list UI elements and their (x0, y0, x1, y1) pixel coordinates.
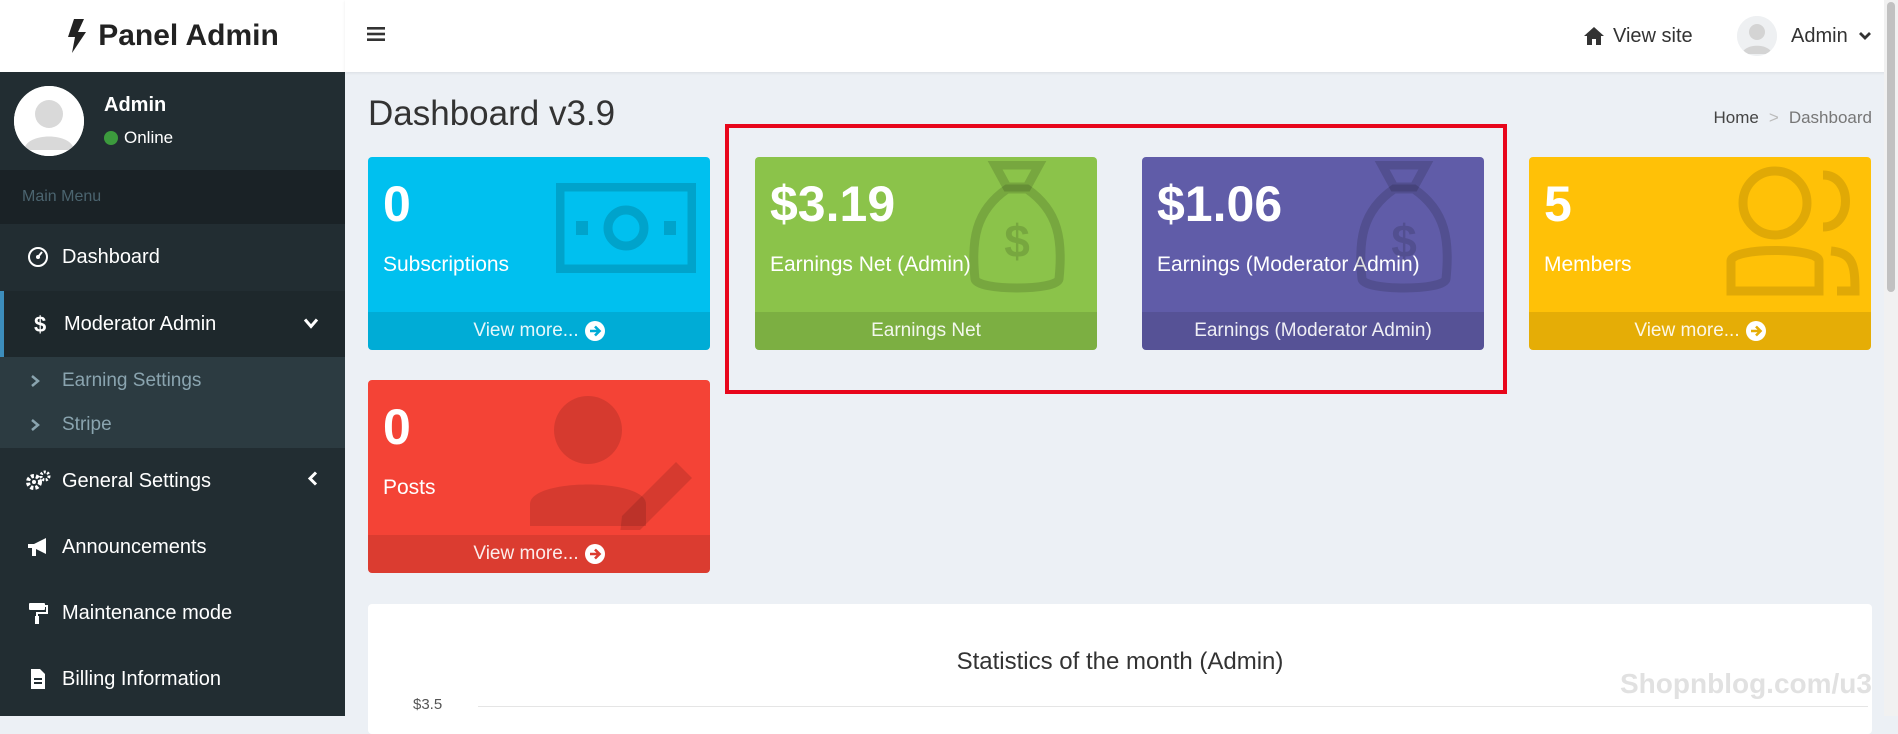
sidebar-subitem-label: Stripe (62, 414, 112, 435)
sidebar-item-moderator-admin[interactable]: $ Moderator Admin (0, 291, 345, 357)
sidebar-subitem-stripe[interactable]: Stripe (0, 403, 345, 447)
view-site-link[interactable]: View site (1583, 18, 1693, 54)
page-title: Dashboard v3.9 (368, 94, 616, 133)
scrollbar-thumb[interactable] (1887, 2, 1895, 292)
info-box-label: Posts (383, 476, 436, 499)
user-edit-icon (530, 396, 692, 530)
sidebar-item-label: Moderator Admin (64, 312, 217, 335)
arrow-circle-right-icon (584, 321, 605, 341)
online-dot-icon (104, 131, 118, 145)
svg-text:$: $ (34, 312, 46, 336)
user-name: Admin (104, 94, 167, 116)
brand-logo[interactable]: Panel Admin (0, 0, 345, 73)
file-icon (24, 667, 52, 691)
view-site-label: View site (1613, 24, 1693, 47)
chevron-down-icon (303, 313, 319, 336)
info-box-subscriptions: 0 Subscriptions View more... (368, 157, 710, 350)
dollar-icon: $ (26, 312, 54, 336)
sidebar: Panel Admin Admin Online Main Menu Dashb… (0, 0, 345, 716)
dashboard-icon (24, 245, 52, 269)
money-bill-icon (556, 183, 696, 273)
chart-y-tick: $3.5 (413, 696, 443, 713)
breadcrumb-separator: > (1768, 108, 1779, 127)
sidebar-item-label: Billing Information (62, 667, 221, 690)
user-dropdown-label: Admin (1791, 24, 1848, 47)
sidebar-item-general-settings[interactable]: General Settings (0, 448, 345, 514)
sidebar-item-label: Announcements (62, 535, 207, 558)
view-more-label: View more... (473, 320, 579, 341)
sidebar-item-label: General Settings (62, 469, 211, 492)
page-scrollbar[interactable] (1884, 0, 1898, 716)
cogs-icon (24, 469, 52, 493)
sidebar-subitem-earning-settings[interactable]: Earning Settings (0, 359, 345, 403)
info-box-footer-link[interactable]: View more... (368, 312, 710, 350)
info-box-label: Subscriptions (383, 253, 510, 276)
paint-roller-icon (24, 601, 52, 625)
submenu: Earning Settings Stripe (0, 357, 345, 448)
users-icon (1726, 166, 1860, 296)
user-status: Online (104, 128, 173, 148)
info-box-label: Members (1544, 253, 1632, 276)
megaphone-icon (24, 535, 52, 559)
top-navbar: View site Admin (345, 0, 1898, 72)
avatar (1737, 16, 1777, 56)
info-box-footer-link[interactable]: View more... (1529, 312, 1871, 350)
sidebar-item-dashboard[interactable]: Dashboard (0, 224, 345, 290)
sidebar-item-label: Maintenance mode (62, 601, 233, 624)
info-box-value: 0 (383, 176, 411, 232)
arrow-circle-right-icon (1745, 321, 1766, 341)
sidebar-item-billing-information[interactable]: Billing Information (0, 646, 345, 712)
chevron-left-icon (307, 470, 319, 493)
info-box-value: 5 (1544, 176, 1572, 232)
view-more-label: View more... (1634, 320, 1740, 341)
status-text: Online (124, 128, 174, 147)
sidebar-item-announcements[interactable]: Announcements (0, 514, 345, 580)
chevron-down-icon (1858, 31, 1872, 41)
chevron-right-icon (30, 374, 40, 388)
info-box-posts: 0 Posts View more... (368, 380, 710, 573)
breadcrumb-current: Dashboard (1788, 108, 1872, 127)
info-box-footer-link[interactable]: View more... (368, 535, 710, 573)
watermark: Shopnblog.com/u3 (1620, 668, 1872, 699)
brand-name: Panel Admin (98, 19, 279, 52)
sidebar-item-maintenance-mode[interactable]: Maintenance mode (0, 580, 345, 646)
user-dropdown[interactable]: Admin (1737, 14, 1872, 58)
sidebar-subitem-label: Earning Settings (62, 370, 202, 391)
view-more-label: View more... (473, 543, 579, 564)
avatar (14, 86, 84, 156)
user-panel: Admin Online (0, 72, 345, 170)
chevron-right-icon (30, 418, 40, 432)
info-box-members: 5 Members View more... (1529, 157, 1871, 350)
breadcrumb: Home > Dashboard (1714, 108, 1872, 128)
sidebar-item-label: Dashboard (62, 245, 160, 268)
arrow-circle-right-icon (584, 544, 605, 564)
home-icon (1583, 26, 1605, 46)
bolt-icon (68, 19, 87, 53)
hamburger-menu-icon[interactable] (367, 24, 387, 44)
menu-header: Main Menu (0, 170, 345, 224)
highlight-box (725, 124, 1507, 394)
chart-gridline (478, 706, 1868, 707)
breadcrumb-home-link[interactable]: Home (1714, 108, 1759, 128)
info-box-value: 0 (383, 399, 411, 455)
